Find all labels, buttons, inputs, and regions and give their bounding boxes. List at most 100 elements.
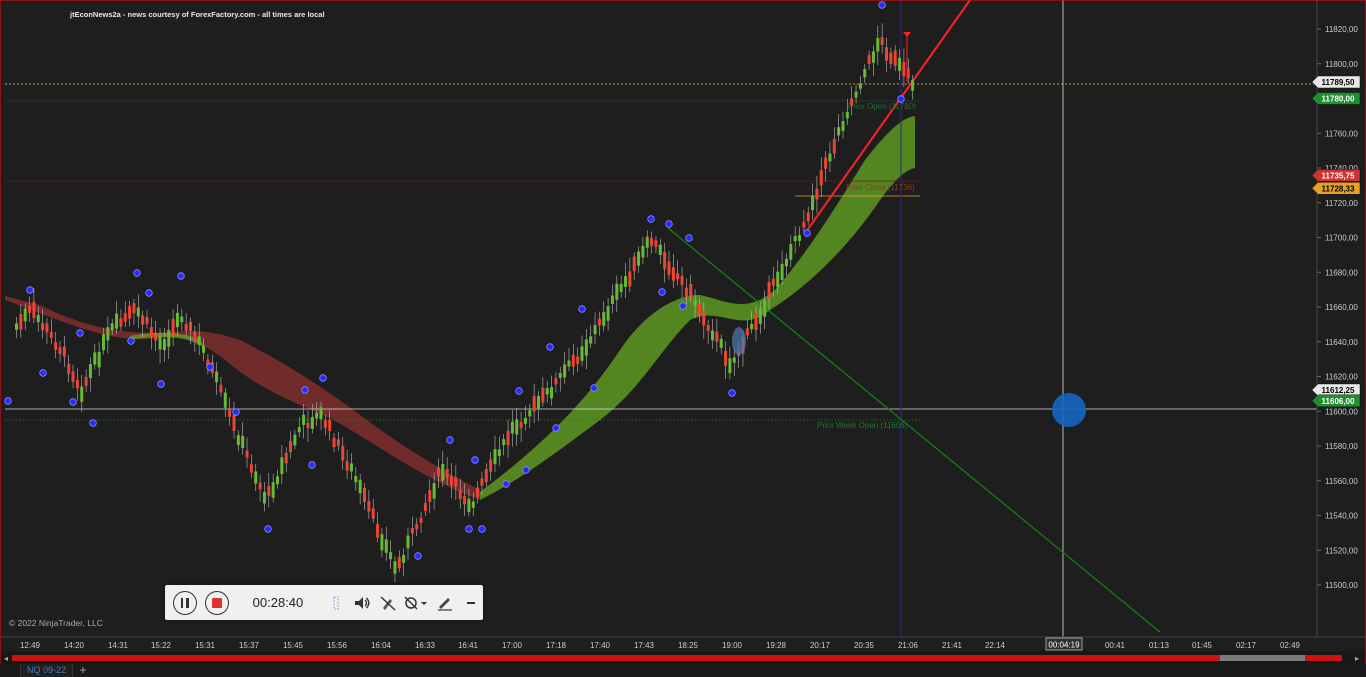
candle-down — [676, 273, 680, 280]
candle-down — [819, 170, 823, 186]
candle-down — [419, 517, 423, 524]
candle-up — [841, 121, 845, 131]
candle-up — [393, 561, 397, 574]
candle-down — [232, 415, 236, 431]
candle-down — [410, 528, 414, 534]
candle-up — [349, 463, 353, 472]
candle-up — [545, 387, 549, 395]
candle-down — [397, 556, 401, 569]
candle-up — [293, 434, 297, 446]
candle-down — [754, 313, 758, 331]
candle-up — [406, 535, 410, 549]
candle-down — [815, 188, 819, 200]
candle-up — [876, 37, 880, 52]
time-tick-label: 02:49 — [1280, 641, 1301, 650]
stop-button[interactable] — [204, 590, 229, 615]
candle-down — [75, 380, 79, 389]
candle-up — [497, 449, 501, 457]
candle-down — [650, 237, 654, 246]
candle-down — [506, 430, 510, 446]
time-tick-label: 20:35 — [854, 641, 875, 650]
candle-up — [136, 307, 140, 317]
swing-dot — [319, 374, 327, 382]
candle-up — [763, 300, 767, 317]
candle-up — [88, 364, 92, 378]
copyright-text: © 2022 NinjaTrader, LLC — [9, 618, 103, 628]
candle-down — [284, 452, 288, 464]
candle-up — [102, 334, 105, 351]
candle-up — [811, 195, 815, 211]
candle-up — [780, 263, 784, 280]
candle-down — [880, 37, 884, 45]
price-tick-label: 11540,00 — [1325, 512, 1358, 521]
candle-down — [689, 284, 693, 297]
candle-up — [793, 235, 797, 242]
candle-up — [276, 476, 279, 485]
time-tick-label: 17:43 — [634, 641, 655, 650]
candle-up — [115, 313, 119, 329]
swing-dot — [177, 272, 185, 280]
candle-down — [684, 287, 688, 298]
candle-down — [867, 55, 871, 64]
candle-down — [802, 221, 806, 228]
candle-up — [262, 492, 266, 504]
annotate-button[interactable] — [433, 593, 457, 613]
candle-up — [858, 83, 862, 89]
candle-down — [667, 261, 671, 275]
candle-down — [724, 350, 728, 366]
webcam-off-button[interactable] — [402, 593, 432, 613]
pause-button[interactable] — [173, 590, 197, 615]
price-tick-label: 11660,00 — [1325, 303, 1358, 312]
scrollbar-thumb[interactable] — [1220, 655, 1305, 661]
swing-dot — [206, 363, 214, 371]
swing-dot — [728, 389, 736, 397]
candle-down — [267, 486, 271, 496]
time-tick-label: 14:20 — [64, 641, 85, 650]
candle-down — [671, 267, 675, 281]
price-tick-label: 11600,00 — [1325, 407, 1358, 416]
candle-up — [241, 435, 245, 448]
cursor-time-label: 00:04:19 — [1048, 641, 1080, 650]
candle-up — [389, 552, 393, 560]
minimize-button[interactable] — [459, 593, 483, 613]
trading-app: Prior Open (11780) Prior Close (11736) Pri… — [0, 0, 1366, 677]
candle-down — [45, 323, 49, 333]
candle-up — [162, 339, 166, 350]
candle-up — [502, 439, 506, 446]
price-marker-label: 11780,00 — [1322, 95, 1355, 104]
price-chart[interactable]: Prior Open (11780) Prior Close (11736) Pri… — [0, 0, 1366, 677]
swing-dot — [446, 436, 454, 444]
candle-down — [415, 524, 419, 530]
price-tick-label: 11580,00 — [1325, 442, 1358, 451]
time-tick-label: 19:28 — [766, 641, 787, 650]
candle-up — [711, 330, 714, 341]
candle-down — [889, 52, 893, 64]
swing-dot — [897, 95, 905, 103]
swing-dot — [803, 229, 811, 237]
volume-button[interactable] — [350, 593, 374, 613]
price-tick-label: 11820,00 — [1325, 25, 1358, 34]
scroll-right-icon[interactable]: ▸ — [1355, 654, 1359, 663]
time-tick-label: 19:00 — [722, 641, 743, 650]
candle-up — [23, 308, 27, 322]
time-tick-label: 17:40 — [590, 641, 611, 650]
pen-off-button[interactable] — [376, 593, 400, 613]
candle-up — [580, 346, 584, 361]
candle-down — [745, 328, 749, 336]
candle-up — [432, 483, 436, 499]
candle-up — [589, 336, 593, 344]
candle-up — [315, 412, 319, 419]
candle-up — [97, 351, 101, 368]
candle-down — [323, 420, 327, 429]
add-tab-button[interactable]: + — [76, 664, 90, 677]
tab-nq-09-22[interactable]: NQ 09-22 — [20, 664, 74, 677]
candle-up — [728, 358, 732, 374]
candle-up — [758, 308, 762, 324]
scroll-left-icon[interactable]: ◂ — [4, 654, 8, 663]
time-tick-label: 15:45 — [283, 641, 304, 650]
candle-up — [828, 153, 832, 162]
candle-down — [54, 342, 58, 350]
candle-down — [306, 423, 310, 429]
candle-down — [49, 331, 53, 338]
webcam-off-icon — [404, 596, 428, 609]
